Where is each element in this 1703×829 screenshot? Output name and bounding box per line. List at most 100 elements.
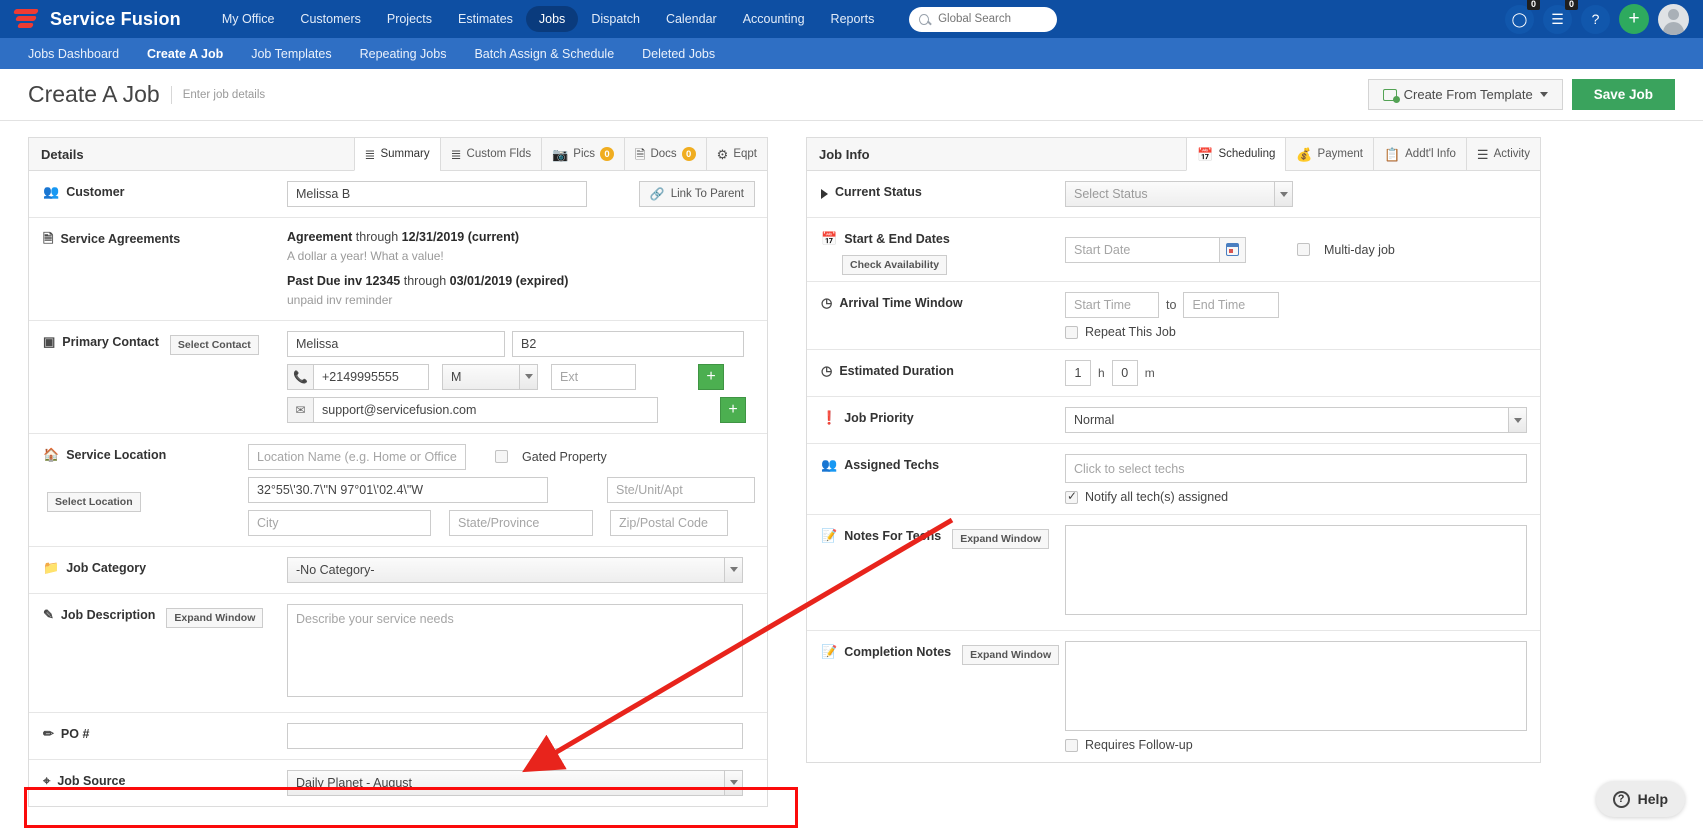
tab-activity[interactable]: ☰ Activity <box>1465 138 1540 170</box>
subnav-item-jobs-dashboard[interactable]: Jobs Dashboard <box>14 47 133 61</box>
nav-item-projects[interactable]: Projects <box>374 6 445 32</box>
user-avatar[interactable] <box>1658 3 1689 35</box>
description-icon: ✎ <box>43 606 54 622</box>
tab-summary[interactable]: ≣ Summary <box>353 138 440 171</box>
nav-item-reports[interactable]: Reports <box>818 6 888 32</box>
chat-button[interactable]: ◯ 0 <box>1505 0 1540 34</box>
subnav-item-job-templates[interactable]: Job Templates <box>237 47 345 61</box>
chevron-down-icon <box>724 557 742 582</box>
duration-minutes-input[interactable] <box>1111 360 1138 386</box>
tab-scheduling-label: Scheduling <box>1218 148 1276 160</box>
current-status-select[interactable]: Select Status <box>1065 181 1293 207</box>
row-start-end-dates: 📅 Start & End Dates Check Availability M… <box>807 218 1540 282</box>
link-to-parent-button[interactable]: 🔗 Link To Parent <box>638 181 755 207</box>
help-button[interactable]: ? <box>1581 4 1610 34</box>
expand-window-button[interactable]: Expand Window <box>952 529 1050 549</box>
tab-custom-flds[interactable]: ≣ Custom Flds <box>439 138 542 170</box>
primary-nav-links: My Office Customers Projects Estimates J… <box>209 6 887 32</box>
select-contact-button[interactable]: Select Contact <box>169 334 259 355</box>
create-from-template-button[interactable]: Create From Template <box>1367 79 1563 110</box>
location-name-input[interactable] <box>248 443 466 470</box>
job-priority-select[interactable]: Normal <box>1065 407 1527 433</box>
subnav-item-repeating-jobs[interactable]: Repeating Jobs <box>346 47 461 61</box>
select-location-button[interactable]: Select Location <box>47 492 141 513</box>
contact-ext-input[interactable] <box>551 363 636 390</box>
contact-first-name-input[interactable] <box>287 330 505 357</box>
ste-unit-apt-input[interactable] <box>607 476 755 503</box>
arrival-time-window-body: to Repeat This Job <box>1065 292 1540 339</box>
zip-postal-code-input[interactable] <box>610 509 728 536</box>
calendar-picker-button[interactable] <box>1220 236 1246 263</box>
arrival-time-window-label: Arrival Time Window <box>839 296 963 310</box>
job-description-textarea[interactable] <box>287 603 743 697</box>
global-search-box[interactable] <box>909 6 1058 32</box>
notify-techs-checkbox[interactable] <box>1065 489 1078 504</box>
completion-notes-textarea[interactable] <box>1065 641 1527 731</box>
list-icon: ☰ <box>1551 10 1564 27</box>
nav-item-dispatch[interactable]: Dispatch <box>578 6 653 32</box>
add-email-button[interactable]: + <box>720 396 746 423</box>
phone-type-select[interactable]: M <box>442 363 538 390</box>
equipment-icon: ⚙ <box>716 146 729 162</box>
expand-window-button[interactable]: Expand Window <box>962 645 1060 665</box>
requires-followup-row: Requires Follow-up <box>1065 738 1528 752</box>
subnav-item-create-a-job[interactable]: Create A Job <box>133 47 237 61</box>
start-time-input[interactable] <box>1065 292 1159 318</box>
requires-followup-checkbox[interactable] <box>1065 738 1078 752</box>
expand-triangle-icon[interactable] <box>821 189 828 199</box>
multi-day-job-checkbox[interactable] <box>1297 243 1310 256</box>
end-time-input[interactable] <box>1183 292 1280 318</box>
tab-addtl-info[interactable]: 📋 Addt'l Info <box>1372 138 1466 170</box>
city-input[interactable] <box>248 509 431 536</box>
help-widget-button[interactable]: ? Help <box>1595 781 1685 817</box>
street-address-input[interactable] <box>248 476 548 503</box>
start-date-input[interactable] <box>1065 236 1220 263</box>
po-number-input[interactable] <box>287 722 743 749</box>
brand-logo-area[interactable]: Service Fusion <box>12 8 181 30</box>
customer-icon: 👥 <box>43 184 60 199</box>
completion-notes-label: Completion Notes <box>844 645 952 659</box>
subnav-item-batch-assign-schedule[interactable]: Batch Assign & Schedule <box>460 47 628 61</box>
contact-last-name-input[interactable] <box>512 330 744 357</box>
nav-item-calendar[interactable]: Calendar <box>653 6 730 32</box>
assigned-techs-body: Notify all tech(s) assigned <box>1065 454 1540 504</box>
nav-item-jobs[interactable]: Jobs <box>525 6 579 32</box>
folder-icon: 📁 <box>43 559 60 575</box>
expand-window-button[interactable]: Expand Window <box>166 607 264 628</box>
gated-property-checkbox[interactable] <box>495 450 508 464</box>
notes-for-techs-textarea[interactable] <box>1065 525 1527 615</box>
tab-docs[interactable]: 🗎 Docs 0 <box>624 138 706 170</box>
repeat-this-job-checkbox[interactable] <box>1065 325 1078 339</box>
nav-item-my-office[interactable]: My Office <box>209 6 288 32</box>
contact-email-input[interactable] <box>313 396 658 423</box>
page-content: Details ≣ Summary ≣ Custom Flds 📷 Pics 0… <box>0 121 1703 807</box>
street-row <box>248 476 755 503</box>
duration-hours-input[interactable] <box>1065 360 1091 386</box>
nav-item-estimates[interactable]: Estimates <box>445 6 526 32</box>
add-phone-button[interactable]: + <box>698 363 724 390</box>
tab-scheduling[interactable]: 📅 Scheduling <box>1186 138 1286 171</box>
row-completion-notes: 📝 Completion Notes Expand Window Require… <box>807 631 1540 762</box>
job-priority-body: Normal <box>1065 407 1540 433</box>
save-job-button[interactable]: Save Job <box>1571 79 1675 110</box>
contact-phone-input[interactable] <box>313 363 429 390</box>
nav-item-customers[interactable]: Customers <box>287 6 373 32</box>
camera-icon: 📷 <box>552 146 569 162</box>
state-province-input[interactable] <box>449 509 593 536</box>
job-priority-label-group: ❗ Job Priority <box>807 407 1065 433</box>
nav-item-accounting[interactable]: Accounting <box>730 6 818 32</box>
check-availability-button[interactable]: Check Availability <box>842 255 948 275</box>
tab-eqpt[interactable]: ⚙ Eqpt <box>705 138 767 170</box>
subnav-item-deleted-jobs[interactable]: Deleted Jobs <box>628 47 729 61</box>
assigned-techs-input[interactable] <box>1065 454 1527 483</box>
po-number-label: PO # <box>60 726 90 741</box>
customer-input[interactable] <box>287 181 587 207</box>
tab-payment[interactable]: 💰 Payment <box>1285 138 1373 170</box>
search-input[interactable] <box>936 12 1048 26</box>
row-job-priority: ❗ Job Priority Normal <box>807 397 1540 444</box>
tab-pics[interactable]: 📷 Pics 0 <box>541 138 625 170</box>
notifications-button[interactable]: ☰ 0 <box>1543 0 1578 34</box>
add-new-button[interactable]: + <box>1619 4 1649 34</box>
job-category-select[interactable]: -No Category- <box>287 556 743 583</box>
job-source-select[interactable]: Daily Planet - August <box>287 769 743 796</box>
